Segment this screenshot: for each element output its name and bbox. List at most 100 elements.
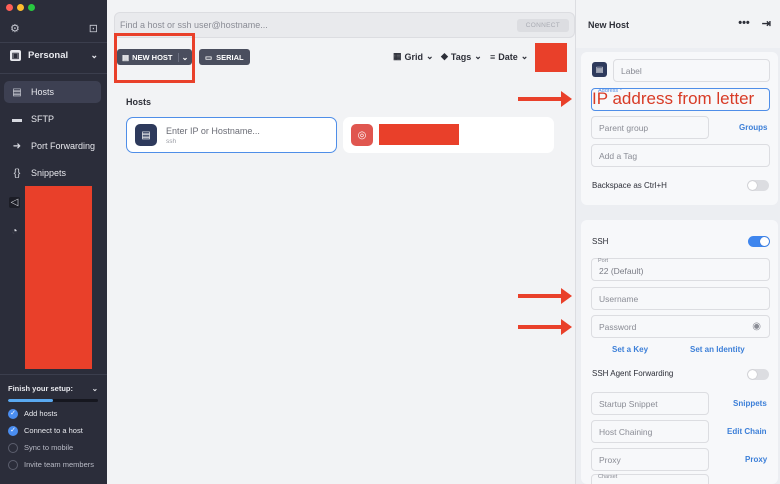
new-host-card[interactable]: ▤ Enter IP or Hostname... ssh	[126, 117, 337, 153]
host-chaining-field[interactable]	[591, 420, 709, 443]
arrow-icon: ➜	[12, 140, 22, 152]
sidebar-item-label: Hosts	[31, 87, 55, 97]
clock-icon[interactable]: ◔	[9, 226, 20, 237]
terminal-icon[interactable]: ⊡	[89, 22, 98, 35]
password-field[interactable]: ◉	[591, 315, 770, 338]
charset-label: Charset	[598, 474, 618, 480]
redacted-area	[25, 186, 92, 369]
username-input[interactable]	[599, 293, 769, 304]
label-field[interactable]	[613, 59, 770, 82]
server-icon: ▤	[592, 62, 607, 77]
eye-slash-icon[interactable]: ◉	[752, 321, 761, 332]
server-icon: ▤	[135, 124, 157, 146]
more-icon[interactable]: •••	[738, 17, 750, 30]
braces-icon: {}	[13, 167, 21, 179]
sidebar-top-icons: ⚙ ⊡	[10, 22, 98, 35]
annotation-arrow	[518, 288, 572, 304]
sort-dropdown[interactable]: ≡ Date ⌄	[490, 51, 528, 62]
new-host-protocol: ssh	[166, 137, 177, 145]
snippets-link[interactable]: Snippets	[733, 399, 767, 408]
view-mode-dropdown[interactable]: ▦ Grid ⌄	[393, 51, 434, 62]
app-icon[interactable]: ◁	[9, 197, 20, 208]
chevron-down-icon: ⌄	[426, 51, 434, 61]
setup-item-label: Invite team members	[24, 460, 95, 469]
annotation-arrow	[518, 319, 572, 335]
port-field[interactable]: Port 22 (Default)	[591, 258, 770, 281]
ssh-label: SSH	[592, 237, 609, 246]
port-value: 22 (Default)	[599, 265, 644, 276]
address-annotation: IP address from letter	[592, 89, 755, 108]
tag-field[interactable]	[591, 144, 770, 167]
tag-input[interactable]	[599, 150, 769, 161]
backspace-toggle[interactable]	[747, 180, 769, 191]
chevron-down-icon: ⌄	[520, 51, 529, 61]
setup-header[interactable]: Finish your setup: ⌄	[8, 384, 98, 393]
sidebar-item-label: Port Forwarding	[31, 141, 96, 151]
sidebar-item-hosts[interactable]: ▤ Hosts	[4, 81, 101, 103]
sidebar-divider	[0, 73, 107, 74]
hosts-section-title: Hosts	[126, 97, 152, 107]
setup-item-sync[interactable]: · Sync to mobile	[8, 442, 98, 453]
maximize-window-button[interactable]	[28, 4, 35, 11]
setup-checklist: Finish your setup: ⌄ ✓ Add hosts ✓ Conne…	[8, 384, 98, 470]
hosts-icon: ▤	[12, 86, 22, 98]
proxy-input[interactable]	[599, 454, 708, 465]
panel-title: New Host	[588, 20, 630, 30]
connect-button[interactable]: CONNECT	[516, 18, 569, 32]
settings-gear-icon[interactable]: ⚙	[10, 22, 20, 35]
new-host-panel: New Host ••• ⇥ ▤ Address * Groups Backsp…	[575, 0, 780, 484]
ssh-toggle[interactable]	[748, 236, 770, 247]
sidebar-item-port-forwarding[interactable]: ➜ Port Forwarding	[4, 135, 101, 157]
setup-item-label: Add hosts	[24, 409, 58, 418]
agent-forwarding-label: SSH Agent Forwarding	[592, 369, 674, 378]
folder-icon: ▬	[12, 113, 22, 125]
proxy-link[interactable]: Proxy	[745, 455, 767, 464]
setup-item-invite[interactable]: · Invite team members	[8, 459, 98, 470]
redacted-area	[379, 124, 459, 145]
parent-group-field[interactable]	[591, 116, 709, 139]
panel-header: New Host ••• ⇥	[576, 0, 780, 48]
new-host-card-text: Enter IP or Hostname... ssh	[166, 126, 260, 145]
empty-circle-icon: ·	[8, 459, 18, 470]
sidebar-item-sftp[interactable]: ▬ SFTP	[4, 108, 101, 130]
view-mode-label: Grid	[404, 51, 424, 62]
close-window-button[interactable]	[6, 4, 13, 11]
charset-field[interactable]: Charset	[591, 474, 709, 484]
vault-selector[interactable]: ▣ Personal ⌄	[10, 50, 98, 61]
search-input[interactable]	[120, 20, 517, 30]
set-identity-link[interactable]: Set an Identity	[690, 345, 745, 354]
startup-snippet-input[interactable]	[599, 398, 708, 409]
tags-label: Tags	[450, 51, 472, 62]
collapse-panel-icon[interactable]: ⇥	[762, 17, 771, 30]
chevron-down-icon: ⌄	[474, 51, 482, 61]
edit-chain-link[interactable]: Edit Chain	[727, 427, 767, 436]
groups-link[interactable]: Groups	[739, 123, 767, 132]
host-chaining-input[interactable]	[599, 426, 708, 437]
proxy-field[interactable]	[591, 448, 709, 471]
window-controls	[6, 4, 35, 11]
password-input[interactable]	[599, 321, 769, 332]
chevron-down-icon: ⌄	[91, 384, 98, 393]
setup-item-label: Connect to a host	[24, 426, 83, 435]
startup-snippet-field[interactable]	[591, 392, 709, 415]
parent-group-input[interactable]	[599, 122, 708, 133]
ubuntu-icon: ◎	[351, 124, 373, 146]
set-key-link[interactable]: Set a Key	[612, 345, 648, 354]
username-field[interactable]	[591, 287, 770, 310]
sort-label: Date	[498, 51, 518, 62]
setup-item-add-hosts[interactable]: ✓ Add hosts	[8, 408, 98, 419]
port-label: Port	[598, 258, 609, 264]
agent-forwarding-toggle[interactable]	[747, 369, 769, 380]
label-input[interactable]	[621, 65, 769, 76]
setup-item-connect[interactable]: ✓ Connect to a host	[8, 425, 98, 436]
ssh-card: SSH Port 22 (Default) ◉ Set a Key Set an…	[581, 220, 778, 484]
vault-icon: ▣	[10, 50, 21, 61]
tags-dropdown[interactable]: ◆ Tags ⌄	[441, 51, 482, 62]
main-area: CONNECT ▤ NEW HOST ⌄ ▭ SERIAL ▦ Grid ⌄ ◆…	[107, 0, 575, 484]
sidebar-item-label: Snippets	[31, 168, 67, 178]
sidebar-item-snippets[interactable]: {} Snippets	[4, 162, 101, 184]
minimize-window-button[interactable]	[17, 4, 24, 11]
setup-progress-bar	[8, 399, 98, 402]
check-icon: ✓	[8, 425, 18, 436]
serial-button[interactable]: ▭ SERIAL	[199, 49, 250, 65]
